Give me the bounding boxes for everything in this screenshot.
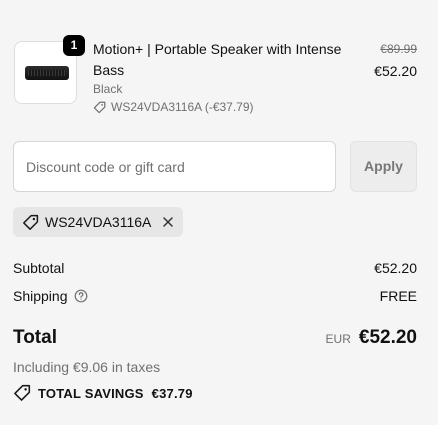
savings-value: €37.79	[151, 385, 193, 401]
savings-label: TOTAL SAVINGS	[38, 385, 144, 401]
subtotal-row: Subtotal €52.20	[13, 260, 417, 276]
product-line-item: 1 Motion+ | Portable Speaker with Intens…	[13, 35, 417, 118]
currency-code: EUR	[325, 332, 351, 346]
original-price: €89.99	[380, 42, 417, 56]
discount-code-input[interactable]	[13, 141, 336, 192]
product-variant: Black	[93, 82, 123, 96]
product-title: Motion+ | Portable Speaker with Intense …	[93, 41, 342, 78]
subtotal-label: Subtotal	[13, 260, 65, 276]
total-row: Total EUR €52.20	[13, 327, 417, 349]
shipping-label: Shipping	[13, 288, 68, 304]
applied-discount-chip: WS24VDA3116A	[13, 207, 183, 237]
speaker-image	[25, 66, 69, 80]
total-savings: TOTAL SAVINGS €37.79	[13, 384, 193, 402]
applied-discount-code: WS24VDA3116A	[45, 214, 152, 230]
quantity-badge: 1	[63, 35, 85, 56]
total-label: Total	[13, 327, 57, 348]
tag-icon	[22, 214, 39, 231]
close-icon[interactable]	[161, 215, 175, 229]
taxes-note: Including €9.06 in taxes	[13, 359, 161, 375]
total-value: €52.20	[358, 327, 417, 348]
shipping-value: FREE	[379, 288, 417, 304]
apply-button[interactable]: Apply	[350, 141, 417, 192]
product-discount-text: WS24VDA3116A (-€37.79)	[111, 100, 254, 114]
savings-tag-icon	[14, 384, 31, 401]
product-price: €52.20	[374, 63, 417, 79]
subtotal-value: €52.20	[374, 260, 417, 276]
help-circle-icon[interactable]	[74, 289, 88, 303]
shipping-row: Shipping FREE	[13, 288, 417, 304]
product-discount: WS24VDA3116A (-€37.79)	[93, 100, 254, 114]
tag-icon	[93, 101, 106, 113]
